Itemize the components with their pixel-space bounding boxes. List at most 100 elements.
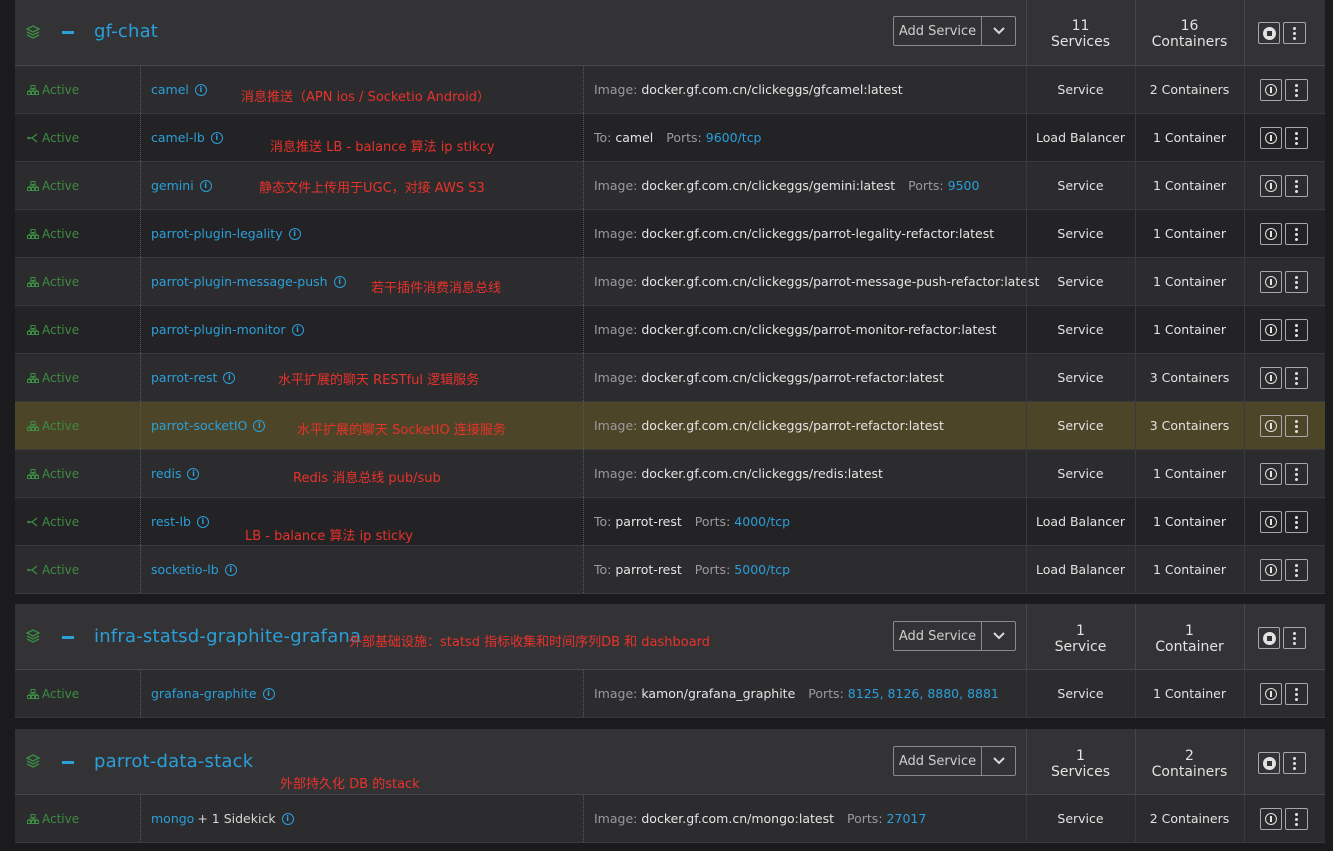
row-menu-button[interactable] <box>1285 463 1308 485</box>
upgrade-button[interactable] <box>1260 415 1282 437</box>
row-menu-button[interactable] <box>1285 559 1308 581</box>
service-name-link[interactable]: grafana-graphite <box>151 686 257 701</box>
container-count: 1 Container <box>1152 322 1226 337</box>
state-label: Active <box>42 466 80 481</box>
upgrade-button[interactable] <box>1260 511 1282 533</box>
add-service-button[interactable]: Add Service <box>894 747 982 775</box>
service-state: Active <box>27 354 79 401</box>
stop-icon <box>1262 756 1276 770</box>
add-service-dropdown[interactable] <box>982 622 1015 650</box>
upgrade-button[interactable] <box>1260 127 1282 149</box>
stop-stack-button[interactable] <box>1258 752 1280 774</box>
row-menu-button[interactable] <box>1285 127 1308 149</box>
service-name-link[interactable]: redis <box>151 466 181 481</box>
service-detail: Image: docker.gf.com.cn/mongo:latest Ports… <box>594 795 926 842</box>
service-name-link[interactable]: camel <box>151 82 189 97</box>
row-menu-button[interactable] <box>1285 683 1308 705</box>
service-name-link[interactable]: camel-lb <box>151 130 205 145</box>
detail-key: Image: <box>594 178 638 193</box>
row-menu-button[interactable] <box>1285 511 1308 533</box>
service-name-cell: redis i <box>151 450 200 497</box>
service-detail: Image: docker.gf.com.cn/clickeggs/parrot-… <box>594 306 996 353</box>
service-annotation: 若干插件消费消息总线 <box>371 281 502 296</box>
ports-value[interactable]: 8125, 8126, 8880, 8881 <box>848 686 999 701</box>
collapse-icon[interactable] <box>62 761 74 764</box>
ports-value[interactable]: 9600/tcp <box>706 130 762 145</box>
upgrade-icon <box>1265 688 1277 700</box>
service-name-link[interactable]: parrot-plugin-message-push <box>151 274 328 289</box>
row-menu-button[interactable] <box>1285 175 1308 197</box>
stack-infra-statsd-graphite-grafana: infra-statsd-graphite-grafana 外部基础设施：sta… <box>15 604 1325 718</box>
info-icon[interactable]: i <box>223 371 236 384</box>
info-icon[interactable]: i <box>291 323 304 336</box>
upgrade-icon <box>1265 420 1277 432</box>
row-menu-button[interactable] <box>1285 223 1308 245</box>
info-icon[interactable]: i <box>224 563 237 576</box>
ports-value[interactable]: 9500 <box>948 178 980 193</box>
upgrade-button[interactable] <box>1260 808 1282 830</box>
collapse-icon[interactable] <box>62 636 74 639</box>
more-vertical-icon <box>1293 26 1296 40</box>
row-menu-button[interactable] <box>1285 415 1308 437</box>
upgrade-button[interactable] <box>1260 79 1282 101</box>
stack-name[interactable]: gf-chat <box>94 21 158 42</box>
add-service-button[interactable]: Add Service <box>894 17 982 45</box>
row-menu-button[interactable] <box>1285 79 1308 101</box>
row-menu-button[interactable] <box>1285 808 1308 830</box>
service-name-link[interactable]: parrot-rest <box>151 370 217 385</box>
detail-key: Image: <box>594 322 638 337</box>
stack-menu-button[interactable] <box>1283 752 1306 774</box>
service-state: Active <box>27 258 79 305</box>
detail-value: docker.gf.com.cn/mongo:latest <box>641 811 835 826</box>
row-menu-button[interactable] <box>1285 271 1308 293</box>
info-icon[interactable]: i <box>194 83 207 96</box>
upgrade-button[interactable] <box>1260 559 1282 581</box>
info-icon[interactable]: i <box>210 131 223 144</box>
stack-gf-chat: gf-chat Add Service 11 Services 16 Contain… <box>15 0 1325 594</box>
row-menu-button[interactable] <box>1285 319 1308 341</box>
upgrade-button[interactable] <box>1260 319 1282 341</box>
stack-menu-button[interactable] <box>1283 627 1306 649</box>
service-state: Active <box>27 210 79 257</box>
service-state: Active <box>27 66 79 113</box>
service-name-link[interactable]: gemini <box>151 178 194 193</box>
stack-name[interactable]: infra-statsd-graphite-grafana <box>94 626 361 647</box>
upgrade-button[interactable] <box>1260 683 1282 705</box>
service-name-link[interactable]: rest-lb <box>151 514 191 529</box>
info-icon[interactable]: i <box>199 179 212 192</box>
stop-stack-button[interactable] <box>1258 627 1280 649</box>
ports-value[interactable]: 5000/tcp <box>734 562 790 577</box>
service-name-link[interactable]: parrot-plugin-monitor <box>151 322 286 337</box>
add-service-button[interactable]: Add Service <box>894 622 982 650</box>
collapse-icon[interactable] <box>62 31 74 34</box>
info-icon[interactable]: i <box>196 515 209 528</box>
add-service-dropdown[interactable] <box>982 17 1015 45</box>
stack-name[interactable]: parrot-data-stack <box>94 751 253 772</box>
service-name-link[interactable]: socketio-lb <box>151 562 219 577</box>
row-menu-button[interactable] <box>1285 367 1308 389</box>
ports-value[interactable]: 4000/tcp <box>734 514 790 529</box>
service-name-link[interactable]: parrot-socketIO <box>151 418 247 433</box>
service-name-link[interactable]: parrot-plugin-legality <box>151 226 283 241</box>
upgrade-button[interactable] <box>1260 271 1282 293</box>
stop-stack-button[interactable] <box>1258 22 1280 44</box>
info-icon[interactable]: i <box>281 812 294 825</box>
service-name-cell: parrot-plugin-message-push i <box>151 258 346 305</box>
service-name-link[interactable]: mongo <box>151 811 194 826</box>
info-icon[interactable]: i <box>288 227 301 240</box>
stack-menu-button[interactable] <box>1283 22 1306 44</box>
info-icon[interactable]: i <box>187 467 200 480</box>
upgrade-button[interactable] <box>1260 463 1282 485</box>
upgrade-button[interactable] <box>1260 175 1282 197</box>
ports-key: Ports: <box>666 130 702 145</box>
info-icon[interactable]: i <box>262 687 275 700</box>
ports-value[interactable]: 27017 <box>887 811 927 826</box>
upgrade-button[interactable] <box>1260 223 1282 245</box>
add-service-dropdown[interactable] <box>982 747 1015 775</box>
info-icon[interactable]: i <box>253 419 266 432</box>
state-label: Active <box>42 82 80 97</box>
info-icon[interactable]: i <box>333 275 346 288</box>
detail-key: To: <box>594 130 612 145</box>
upgrade-button[interactable] <box>1260 367 1282 389</box>
row-actions <box>1260 559 1308 581</box>
